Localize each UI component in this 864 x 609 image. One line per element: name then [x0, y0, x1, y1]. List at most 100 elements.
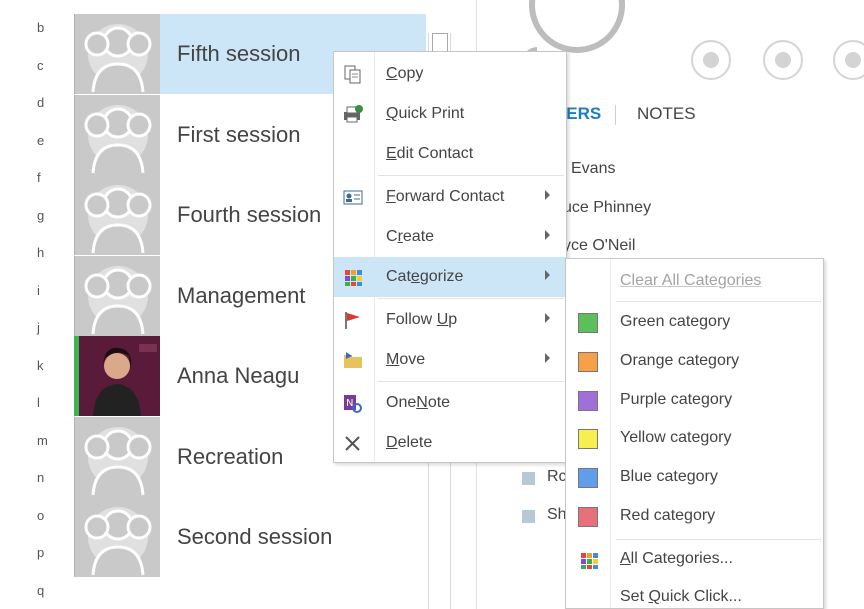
menu-item-edit-contact[interactable]: Edit Contact	[334, 134, 566, 174]
menu-item-quick-print[interactable]: Quick Print	[334, 94, 566, 134]
contact-name: Second session	[177, 524, 333, 549]
flag-icon	[342, 310, 364, 330]
menu-item-follow-up[interactable]: Follow Up	[334, 300, 566, 340]
contact-name: Management	[177, 282, 306, 308]
member-item[interactable]: l Evans	[563, 160, 615, 178]
list-item[interactable]: Sh	[547, 506, 567, 524]
category-label: Orange category	[620, 351, 740, 369]
contact-placeholder-icon	[74, 94, 160, 175]
index-letter-m[interactable]: m	[37, 433, 48, 448]
all-categories-item[interactable]: All Categories...	[566, 541, 823, 579]
tab-separator	[615, 105, 616, 125]
member-item[interactable]: uce Phinney	[563, 199, 651, 217]
category-item-green-category[interactable]: Green category	[566, 304, 823, 342]
contact-name: Fifth session	[177, 41, 301, 66]
contact-name: First session	[177, 121, 301, 147]
menu-item-label: Delete	[386, 434, 433, 451]
category-label: Red category	[620, 507, 716, 524]
index-letter-c[interactable]: c	[37, 58, 44, 73]
alphabet-index: b c d e f g h i j k l m n o p q	[0, 0, 70, 609]
category-label: Green category	[620, 313, 731, 330]
menu-item-label: Create	[386, 228, 435, 245]
copy-icon	[342, 64, 364, 84]
menu-item-label: Move	[386, 351, 426, 368]
index-letter-p[interactable]: p	[37, 545, 44, 560]
index-letter-e[interactable]: e	[37, 133, 44, 148]
contact-name: Anna Neagu	[177, 363, 300, 388]
all-categories-label: All Categories...	[620, 550, 733, 567]
submenu-arrow-icon	[545, 313, 550, 323]
index-letter-l[interactable]: l	[37, 395, 40, 410]
index-letter-k[interactable]: k	[37, 358, 44, 373]
category-label: Purple category	[620, 390, 733, 408]
context-menu: Copy Quick Print Edit Contact Forward Conta…	[333, 51, 567, 463]
index-letter-b[interactable]: b	[37, 20, 44, 35]
menu-separator	[378, 381, 564, 382]
printer-icon	[342, 104, 364, 124]
submenu-arrow-icon	[545, 190, 550, 200]
phone-icon[interactable]	[763, 40, 803, 80]
list-item[interactable]: Rc	[547, 468, 567, 486]
category-color-swatch	[578, 390, 598, 411]
menu-item-label: Categorize	[386, 268, 464, 285]
onenote-icon: N	[342, 393, 364, 413]
menu-item-delete[interactable]: Delete	[334, 423, 566, 463]
menu-item-move[interactable]: Move	[334, 340, 566, 380]
category-item-yellow-category[interactable]: Yellow category	[566, 420, 823, 458]
contact-placeholder-icon	[74, 497, 160, 577]
menu-item-categorize[interactable]: Categorize	[334, 257, 566, 297]
move-icon	[342, 350, 364, 370]
menu-item-copy[interactable]: Copy	[334, 54, 566, 94]
categorize-icon	[578, 550, 598, 570]
submenu-arrow-icon	[545, 270, 550, 280]
category-color-swatch	[578, 429, 598, 450]
category-item-red-category[interactable]: Red category	[566, 498, 823, 536]
menu-item-create[interactable]: Create	[334, 217, 566, 257]
delete-icon	[342, 433, 364, 453]
tab-notes[interactable]: NOTES	[637, 104, 696, 124]
index-letter-o[interactable]: o	[37, 508, 44, 523]
member-item[interactable]: yce O'Neil	[563, 237, 635, 255]
contact-placeholder-icon	[74, 255, 160, 336]
category-color-swatch	[578, 351, 598, 372]
category-label: Yellow category	[620, 429, 732, 447]
index-letter-d[interactable]: d	[37, 95, 44, 110]
menu-item-onenote[interactable]: N OneNote	[334, 383, 566, 423]
index-letter-n[interactable]: n	[37, 470, 44, 485]
index-letter-j[interactable]: j	[37, 320, 40, 335]
index-letter-q[interactable]: q	[37, 583, 44, 598]
menu-separator	[616, 301, 821, 302]
category-color-swatch	[578, 507, 598, 527]
menu-item-forward-contact[interactable]: Forward Contact	[334, 177, 566, 217]
contact-placeholder-icon	[74, 175, 160, 255]
contact-name: Fourth session	[177, 202, 322, 227]
forward-contact-icon	[342, 187, 364, 207]
menu-item-label: OneNote	[386, 394, 451, 411]
clear-all-categories-item[interactable]: Clear All Categories	[566, 263, 823, 301]
category-square-icon	[522, 472, 535, 485]
category-item-blue-category[interactable]: Blue category	[566, 459, 823, 497]
category-item-purple-category[interactable]: Purple category	[566, 382, 823, 420]
index-letter-g[interactable]: g	[37, 208, 44, 223]
chat-icon[interactable]	[691, 40, 731, 80]
menu-item-label: Copy	[386, 65, 424, 82]
index-letter-i[interactable]: i	[37, 283, 40, 298]
contact-placeholder-icon	[74, 416, 160, 497]
category-label: Blue category	[620, 468, 718, 486]
contact-photo	[74, 336, 160, 416]
category-color-swatch	[578, 313, 598, 333]
menu-item-label: Follow Up	[386, 311, 458, 328]
menu-separator	[378, 175, 564, 176]
submenu-arrow-icon	[545, 353, 550, 363]
category-square-icon	[522, 510, 535, 523]
contact-row[interactable]: Second session	[74, 497, 428, 577]
set-quick-click-item[interactable]: Set Quick Click...	[566, 579, 823, 609]
video-icon[interactable]	[833, 40, 864, 80]
menu-separator	[616, 539, 821, 540]
category-item-orange-category[interactable]: Orange category	[566, 343, 823, 381]
index-letter-f[interactable]: f	[37, 170, 41, 185]
categorize-icon	[342, 267, 364, 287]
menu-item-label: Edit Contact	[386, 145, 474, 162]
index-letter-h[interactable]: h	[37, 245, 44, 260]
submenu-arrow-icon	[545, 230, 550, 240]
